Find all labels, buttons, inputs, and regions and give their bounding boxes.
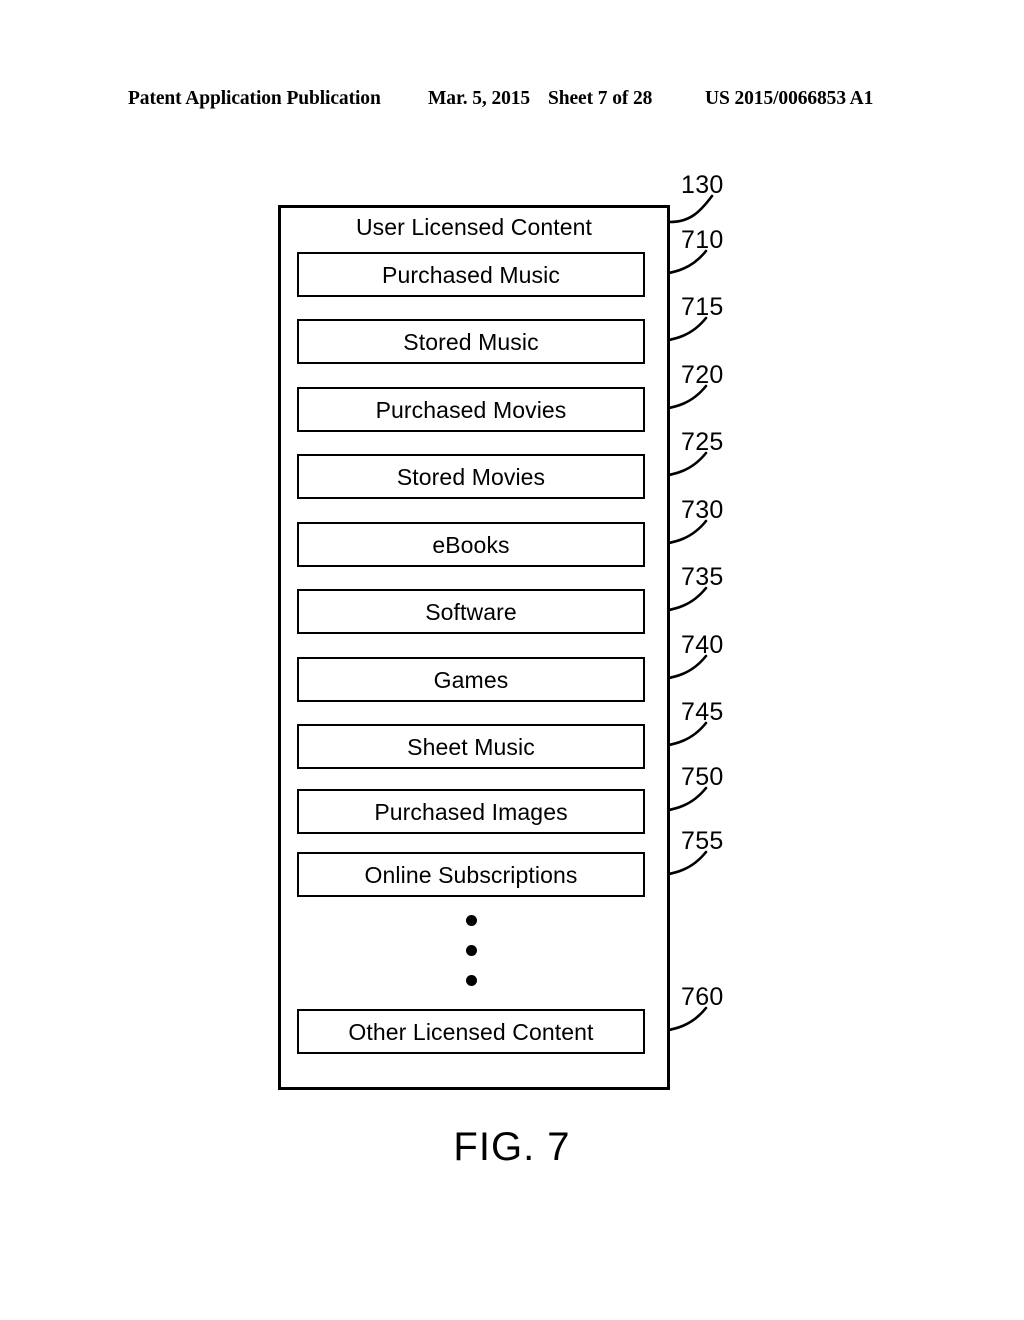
item-box-purchased-movies: Purchased Movies bbox=[297, 387, 645, 432]
item-label: Other Licensed Content bbox=[348, 1018, 594, 1045]
item-box-purchased-music: Purchased Music bbox=[297, 252, 645, 297]
item-label: Sheet Music bbox=[407, 733, 535, 760]
item-box-games: Games bbox=[297, 657, 645, 702]
reference-numeral-130: 130 bbox=[681, 171, 724, 199]
reference-numeral-750: 750 bbox=[681, 763, 724, 791]
item-box-sheet-music: Sheet Music bbox=[297, 724, 645, 769]
reference-numeral-735: 735 bbox=[681, 563, 724, 591]
item-box-stored-music: Stored Music bbox=[297, 319, 645, 364]
reference-numeral-715: 715 bbox=[681, 293, 724, 321]
item-label: Stored Music bbox=[403, 328, 539, 355]
ellipsis-dot bbox=[466, 975, 477, 986]
reference-numeral-745: 745 bbox=[681, 698, 724, 726]
item-box-software: Software bbox=[297, 589, 645, 634]
item-label: Stored Movies bbox=[396, 463, 546, 490]
reference-numeral-710: 710 bbox=[681, 226, 724, 254]
item-label: Online Subscriptions bbox=[364, 861, 578, 888]
item-label: eBooks bbox=[432, 531, 510, 558]
item-box-other-licensed-content: Other Licensed Content bbox=[297, 1009, 645, 1054]
reference-numeral-725: 725 bbox=[681, 428, 724, 456]
ellipsis-dot bbox=[466, 915, 477, 926]
reference-numeral-720: 720 bbox=[681, 361, 724, 389]
item-box-purchased-images: Purchased Images bbox=[297, 789, 645, 834]
reference-numeral-755: 755 bbox=[681, 827, 724, 855]
item-label: Games bbox=[433, 666, 509, 693]
reference-numeral-760: 760 bbox=[681, 983, 724, 1011]
reference-numeral-740: 740 bbox=[681, 631, 724, 659]
ellipsis-dot bbox=[466, 945, 477, 956]
item-label: Software bbox=[425, 598, 517, 625]
reference-numeral-730: 730 bbox=[681, 496, 724, 524]
item-label: Purchased Music bbox=[382, 261, 560, 288]
figure-caption: FIG. 7 bbox=[453, 1125, 571, 1169]
item-box-stored-movies: Stored Movies bbox=[297, 454, 645, 499]
item-box-ebooks: eBooks bbox=[297, 522, 645, 567]
leader-130 bbox=[668, 194, 714, 224]
item-label: Purchased Movies bbox=[375, 396, 567, 423]
item-label: Purchased Images bbox=[374, 798, 568, 825]
container-title: User Licensed Content bbox=[355, 214, 593, 240]
item-box-online-subscriptions: Online Subscriptions bbox=[297, 852, 645, 897]
